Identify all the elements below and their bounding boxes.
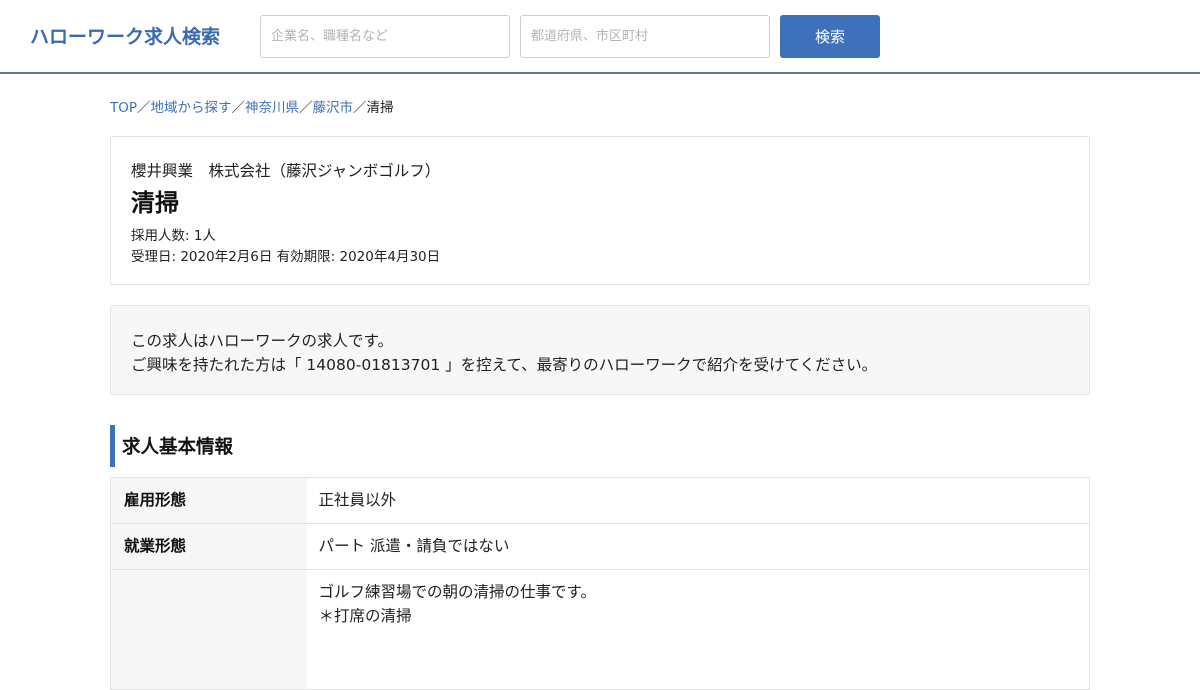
hellowork-notice: この求人はハローワークの求人です。 ご興味を持たれた方は「 14080-0181…: [110, 305, 1090, 395]
search-button[interactable]: 検索: [780, 15, 880, 58]
breadcrumb-top[interactable]: TOP: [110, 100, 137, 116]
notice-line-1: この求人はハローワークの求人です。: [131, 332, 393, 350]
breadcrumb-current: 清掃: [366, 100, 394, 116]
employment-type-value: 正社員以外: [306, 477, 1090, 524]
breadcrumb-separator: ／: [137, 100, 151, 116]
breadcrumb-separator: ／: [299, 100, 313, 116]
job-description-line-1: ゴルフ練習場での朝の清掃の仕事です。: [318, 583, 596, 601]
site-logo[interactable]: ハローワーク求人検索: [30, 22, 220, 49]
job-title: 清掃: [131, 189, 179, 217]
breadcrumb-prefecture[interactable]: 神奈川県: [245, 100, 299, 116]
work-style-value: パート 派遣・請負ではない: [306, 523, 1090, 570]
hire-count: 採用人数: 1人: [131, 228, 216, 244]
table-row: 就業形態 パート 派遣・請負ではない: [110, 523, 1090, 570]
breadcrumb-separator: ／: [353, 100, 367, 116]
company-name: 櫻井興業 株式会社（藤沢ジャンボゴルフ）: [131, 162, 441, 180]
job-dates: 受理日: 2020年2月6日 有効期限: 2020年4月30日: [131, 249, 441, 265]
job-description-line-2: ＊打席の清掃: [318, 607, 412, 625]
job-summary-card: 櫻井興業 株式会社（藤沢ジャンボゴルフ） 清掃 採用人数: 1人 受理日: 20…: [110, 136, 1090, 285]
location-search-input[interactable]: [520, 15, 770, 58]
notice-line-2: ご興味を持たれた方は「 14080-01813701 」を控えて、最寄りのハロー…: [131, 356, 878, 374]
job-info-table: 雇用形態 正社員以外 就業形態 パート 派遣・請負ではない ゴルフ練習場での朝の…: [110, 477, 1090, 690]
table-row: 雇用形態 正社員以外: [110, 477, 1090, 524]
site-header: ハローワーク求人検索 検索: [0, 0, 1200, 74]
section-heading-basic-info: 求人基本情報: [110, 425, 233, 467]
breadcrumb-city[interactable]: 藤沢市: [313, 100, 354, 116]
keyword-search-input[interactable]: [260, 15, 510, 58]
breadcrumb: TOP／地域から探す／神奈川県／藤沢市／清掃: [110, 96, 394, 116]
breadcrumb-region-search[interactable]: 地域から探す: [151, 100, 232, 116]
breadcrumb-separator: ／: [231, 100, 246, 116]
employment-type-label: 雇用形態: [110, 477, 307, 524]
work-style-label: 就業形態: [110, 523, 307, 570]
